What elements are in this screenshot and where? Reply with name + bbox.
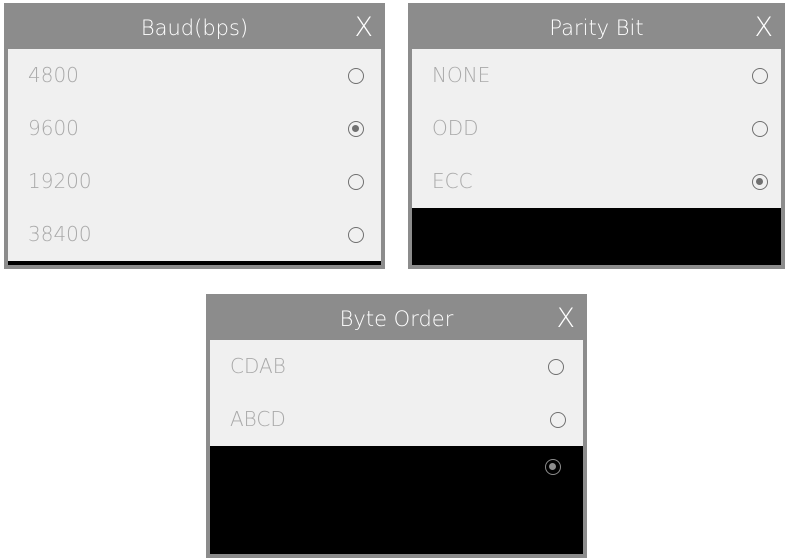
radio-button[interactable] (348, 226, 364, 243)
dialog-title: Parity Bit (549, 16, 644, 40)
option-row-ecc[interactable]: ECC (412, 155, 781, 208)
radio-button[interactable] (752, 120, 768, 137)
option-label: ODD (432, 116, 479, 140)
option-label: 19200 (28, 169, 92, 193)
option-label: ECC (432, 169, 473, 193)
option-label: ABCD (230, 407, 286, 431)
dialog-header: Parity Bit X (412, 7, 781, 49)
dialog-title: Byte Order (339, 307, 454, 331)
dialog-title: Baud(bps) (140, 16, 249, 40)
option-row-19200[interactable]: 19200 (8, 155, 381, 208)
option-label: 4800 (28, 63, 79, 87)
option-row-abcd[interactable]: ABCD (210, 393, 583, 446)
radio-button[interactable] (548, 358, 564, 375)
radio-button-selected[interactable] (348, 120, 364, 137)
radio-button-selected[interactable] (752, 173, 768, 190)
option-row-4800[interactable]: 4800 (8, 49, 381, 102)
radio-button-selected[interactable] (545, 458, 561, 475)
option-label: NONE (432, 63, 491, 87)
byte-order-dialog: Byte Order X CDAB ABCD (206, 294, 587, 558)
option-label: 9600 (28, 116, 79, 140)
parity-dialog: Parity Bit X NONE ODD ECC (408, 3, 785, 269)
dialog-header: Baud(bps) X (8, 7, 381, 49)
option-row-38400[interactable]: 38400 (8, 208, 381, 261)
radio-button[interactable] (348, 67, 364, 84)
radio-button[interactable] (348, 173, 364, 190)
radio-button[interactable] (752, 67, 768, 84)
option-row-9600[interactable]: 9600 (8, 102, 381, 155)
radio-button[interactable] (550, 411, 566, 428)
option-row-unlabeled[interactable] (210, 446, 583, 499)
option-row-odd[interactable]: ODD (412, 102, 781, 155)
close-button[interactable]: X (755, 7, 774, 49)
dialog-header: Byte Order X (210, 298, 583, 340)
option-row-none[interactable]: NONE (412, 49, 781, 102)
option-label: 38400 (28, 222, 92, 246)
baud-dialog: Baud(bps) X 4800 9600 19200 38400 (4, 3, 385, 269)
option-row-cdab[interactable]: CDAB (210, 340, 583, 393)
option-label: CDAB (230, 354, 286, 378)
close-button[interactable]: X (355, 7, 374, 49)
close-button[interactable]: X (557, 298, 576, 340)
